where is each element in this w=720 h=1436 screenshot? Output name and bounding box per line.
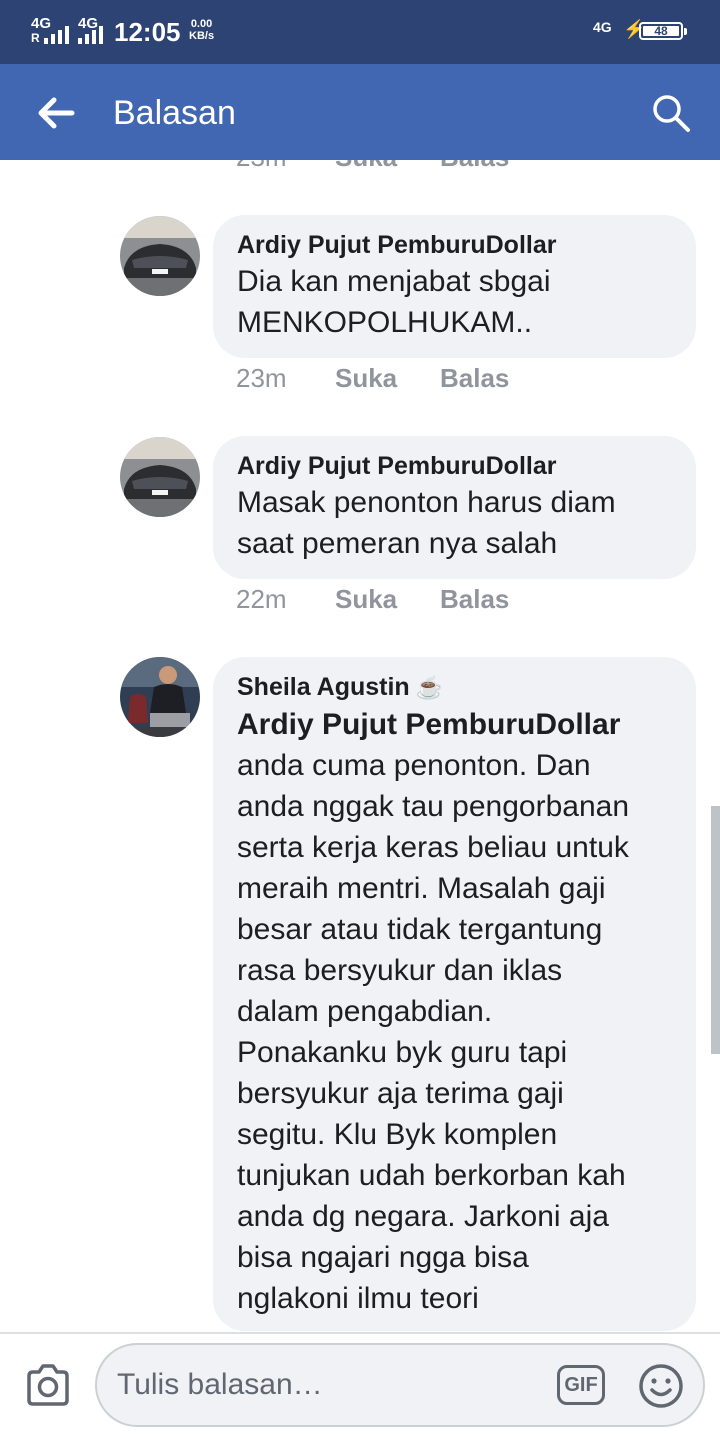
- like-link[interactable]: Suka: [335, 361, 397, 395]
- status-bar: 4G R 4G 12:05 0.00 KB/s 4G ⚡ 48: [0, 0, 720, 64]
- comment-bubble[interactable]: Sheila Agustin ☕ Ardiy Pujut PemburuDolla…: [213, 657, 696, 1331]
- comment-text: Masak penonton harus diam saat pemeran n…: [237, 486, 616, 560]
- comment-time: 23m: [236, 160, 287, 174]
- comment-author[interactable]: Sheila Agustin: [237, 673, 410, 701]
- comment-bubble[interactable]: Ardiy Pujut PemburuDollar Masak penonton…: [213, 436, 696, 579]
- speed-unit: KB/s: [189, 30, 215, 42]
- signal-icon: [44, 26, 72, 44]
- reply-link[interactable]: Balas: [440, 160, 509, 174]
- comment-author[interactable]: Ardiy Pujut PemburuDollar: [237, 450, 672, 482]
- reply-input-placeholder: Tulis balasan…: [117, 1368, 323, 1401]
- replies-list[interactable]: 23m Suka Balas Ardiy Pujut PemburuDollar…: [0, 160, 720, 1332]
- back-arrow-icon[interactable]: [34, 92, 76, 134]
- scrollbar[interactable]: [711, 806, 720, 1054]
- comment-text: Dia kan menjabat sbgai MENKOPOLHUKAM..: [237, 265, 551, 339]
- avatar[interactable]: [120, 216, 200, 296]
- battery-level: 48: [643, 25, 679, 37]
- comment-bubble[interactable]: Ardiy Pujut PemburuDollar Dia kan menjab…: [213, 215, 696, 358]
- comment-time: 22m: [236, 584, 287, 614]
- avatar[interactable]: [120, 437, 200, 517]
- network-label-3: 4G: [593, 19, 612, 35]
- battery-icon: 48: [639, 22, 687, 40]
- comment-text: anda cuma penonton. Dan anda nggak tau p…: [237, 749, 630, 1315]
- comment-time: 23m: [236, 363, 287, 393]
- camera-icon[interactable]: [24, 1362, 72, 1408]
- mention-tag[interactable]: Ardiy Pujut PemburuDollar: [237, 704, 672, 745]
- comment-author[interactable]: Ardiy Pujut PemburuDollar: [237, 229, 672, 261]
- search-icon[interactable]: [650, 92, 692, 134]
- avatar-person-image: [120, 657, 200, 737]
- like-link[interactable]: Suka: [335, 160, 397, 174]
- gif-button[interactable]: GIF: [557, 1365, 605, 1405]
- roaming-label: R: [31, 31, 40, 45]
- signal-icon-2: [78, 26, 106, 44]
- avatar[interactable]: [120, 657, 200, 737]
- avatar-car-image: [120, 437, 200, 517]
- page-title: Balasan: [113, 94, 236, 132]
- like-link[interactable]: Suka: [335, 582, 397, 616]
- coffee-cup-icon: ☕: [415, 675, 444, 700]
- avatar-car-image: [120, 216, 200, 296]
- clock: 12:05: [114, 17, 181, 47]
- reply-link[interactable]: Balas: [440, 361, 509, 395]
- reply-composer: Tulis balasan… GIF: [0, 1332, 720, 1436]
- comment-author-row: Sheila Agustin ☕: [237, 671, 672, 704]
- reply-input[interactable]: Tulis balasan… GIF: [95, 1343, 705, 1427]
- reply-link[interactable]: Balas: [440, 582, 509, 616]
- emoji-icon[interactable]: [638, 1363, 684, 1409]
- speed-value: 0.00: [190, 18, 213, 30]
- network-speed: 0.00 KB/s: [189, 18, 214, 42]
- app-bar: Balasan: [0, 64, 720, 160]
